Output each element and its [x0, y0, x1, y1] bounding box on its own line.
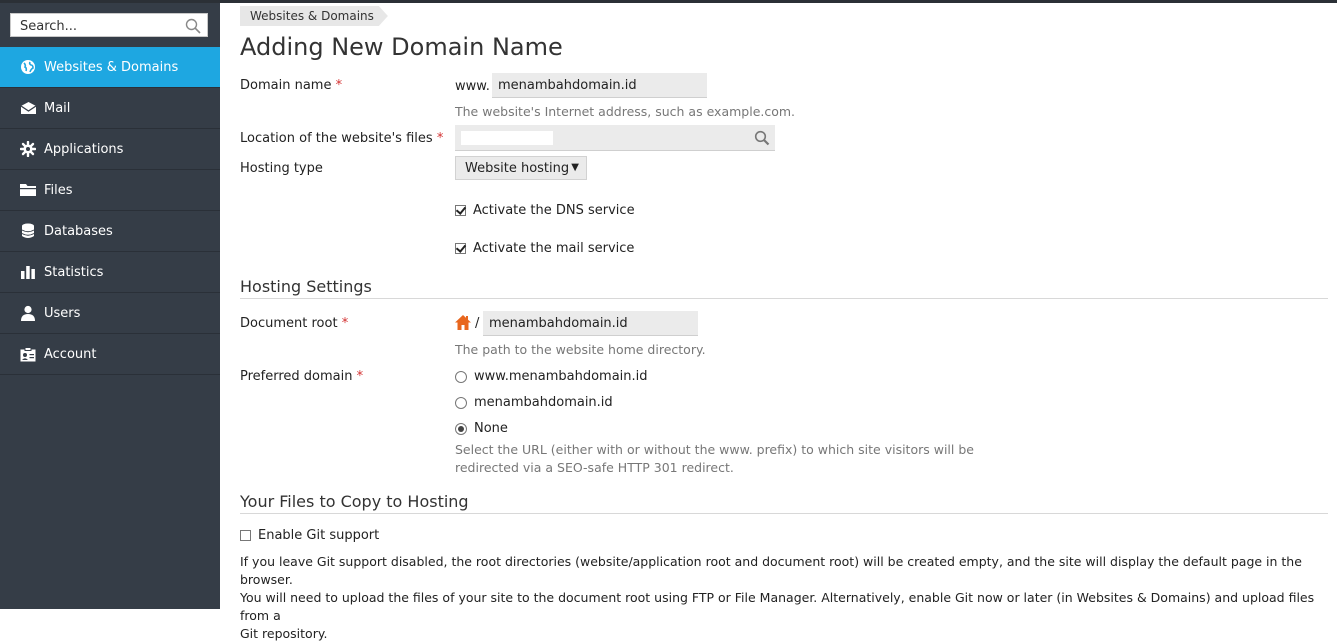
- sidebar-item-label: Websites & Domains: [44, 59, 179, 75]
- envelope-icon: [19, 99, 37, 117]
- preferred-domain-hint: Select the URL (either with or without t…: [455, 442, 974, 475]
- sidebar-item-websites-domains[interactable]: Websites & Domains: [0, 47, 220, 88]
- location-input[interactable]: [455, 125, 775, 151]
- domain-name-input[interactable]: [492, 73, 707, 98]
- dns-checkbox[interactable]: Activate the DNS service: [455, 203, 635, 218]
- www-prefix: www.: [455, 79, 490, 94]
- sidebar-item-label: Mail: [44, 100, 71, 116]
- hosting-settings-title: Hosting Settings: [240, 277, 372, 296]
- folder-icon: [19, 181, 37, 199]
- domain-name-label: Domain name *: [240, 78, 343, 93]
- search-input[interactable]: [18, 15, 182, 37]
- database-icon: [19, 222, 37, 240]
- user-icon: [19, 304, 37, 322]
- hosting-type-select[interactable]: Website hosting ▼: [455, 156, 587, 180]
- checkbox-box[interactable]: [240, 530, 251, 541]
- sidebar-item-label: Account: [44, 346, 97, 362]
- preferred-domain-label: Preferred domain *: [240, 369, 364, 384]
- git-info-text: If you leave Git support disabled, the r…: [240, 554, 1315, 641]
- sidebar-item-account[interactable]: Account: [0, 334, 220, 375]
- hosting-type-label: Hosting type: [240, 161, 323, 176]
- sidebar-item-label: Users: [44, 305, 81, 321]
- dropdown-arrow-icon: ▼: [571, 162, 579, 173]
- divider: [240, 298, 1328, 299]
- home-icon: [454, 314, 472, 335]
- checkbox-box[interactable]: [455, 243, 466, 254]
- sidebar-item-label: Statistics: [44, 264, 104, 280]
- sidebar-search[interactable]: [10, 13, 208, 37]
- sidebar-item-statistics[interactable]: Statistics: [0, 252, 220, 293]
- main-content: Websites & Domains Adding New Domain Nam…: [220, 3, 1337, 641]
- git-support-checkbox[interactable]: Enable Git support: [240, 528, 379, 543]
- search-icon[interactable]: [754, 130, 770, 150]
- domain-name-hint: The website's Internet address, such as …: [455, 104, 796, 119]
- preferred-domain-option-www[interactable]: www.menambahdomain.id: [455, 369, 648, 384]
- document-root-hint: The path to the website home directory.: [455, 342, 706, 357]
- path-separator: /: [475, 316, 480, 331]
- radio-button[interactable]: [455, 370, 467, 383]
- document-root-input[interactable]: [483, 311, 698, 336]
- radio-button[interactable]: [455, 422, 467, 435]
- preferred-domain-option-none[interactable]: None: [455, 421, 508, 436]
- sidebar-item-databases[interactable]: Databases: [0, 211, 220, 252]
- radio-button[interactable]: [455, 396, 467, 409]
- sidebar-item-mail[interactable]: Mail: [0, 88, 220, 129]
- sidebar-item-label: Databases: [44, 223, 113, 239]
- sidebar-item-users[interactable]: Users: [0, 293, 220, 334]
- gear-icon: [19, 140, 37, 158]
- search-icon[interactable]: [185, 18, 201, 38]
- redacted-area: [461, 131, 553, 145]
- sidebar-nav: Websites & Domains Mail Applications Fil…: [0, 47, 220, 375]
- document-root-label: Document root *: [240, 316, 349, 331]
- bar-chart-icon: [19, 263, 37, 281]
- files-section-title: Your Files to Copy to Hosting: [240, 492, 469, 511]
- sidebar-item-applications[interactable]: Applications: [0, 129, 220, 170]
- id-card-icon: [19, 345, 37, 363]
- sidebar-item-files[interactable]: Files: [0, 170, 220, 211]
- globe-icon: [19, 58, 37, 76]
- breadcrumb[interactable]: Websites & Domains: [240, 6, 388, 26]
- divider: [240, 513, 1328, 514]
- mail-checkbox[interactable]: Activate the mail service: [455, 241, 634, 256]
- preferred-domain-option-non-www[interactable]: menambahdomain.id: [455, 395, 613, 410]
- sidebar-item-label: Files: [44, 182, 73, 198]
- location-label: Location of the website's files *: [240, 131, 444, 146]
- page-title: Adding New Domain Name: [240, 33, 563, 61]
- checkbox-box[interactable]: [455, 205, 466, 216]
- sidebar: Websites & Domains Mail Applications Fil…: [0, 3, 220, 609]
- sidebar-item-label: Applications: [44, 141, 124, 157]
